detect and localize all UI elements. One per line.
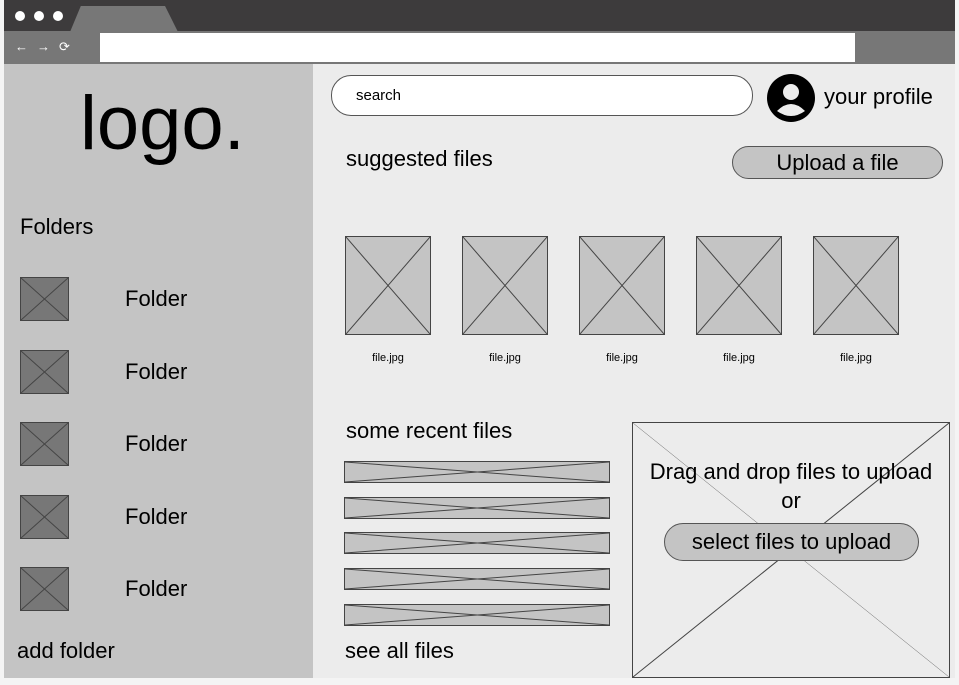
profile-link[interactable]: your profile: [824, 84, 933, 110]
folder-icon[interactable]: [20, 349, 69, 394]
file-name[interactable]: file.jpg: [579, 352, 665, 364]
recent-file-row[interactable]: [344, 532, 610, 555]
address-bar[interactable]: [100, 33, 855, 62]
folder-icon[interactable]: [20, 277, 69, 321]
folder-item[interactable]: Folder: [125, 359, 187, 385]
folder-item[interactable]: Folder: [125, 286, 187, 312]
folder-item[interactable]: Folder: [125, 431, 187, 457]
file-name[interactable]: file.jpg: [462, 352, 548, 364]
recent-heading: some recent files: [346, 418, 513, 443]
file-thumbnail[interactable]: [696, 236, 782, 335]
dropzone-text: Drag and drop files to upload: [649, 459, 933, 484]
forward-icon[interactable]: →: [37, 39, 50, 54]
file-name[interactable]: file.jpg: [345, 352, 431, 364]
search-input[interactable]: search: [331, 75, 753, 116]
recent-file-row[interactable]: [344, 461, 610, 483]
file-thumbnail[interactable]: [345, 236, 431, 335]
see-all-files-link[interactable]: see all files: [345, 638, 454, 664]
file-thumbnail[interactable]: [813, 236, 899, 335]
folder-item[interactable]: Folder: [125, 504, 187, 530]
window-dot[interactable]: [53, 11, 63, 21]
suggested-heading: suggested files: [346, 146, 493, 171]
recent-file-row[interactable]: [344, 496, 610, 519]
dropzone-or: or: [781, 488, 801, 513]
search-placeholder: search: [356, 87, 402, 104]
folders-heading: Folders: [20, 214, 94, 239]
logo: logo.: [80, 81, 245, 166]
select-files-label: select files to upload: [691, 529, 892, 554]
browser-tab[interactable]: [70, 6, 178, 32]
recent-file-row[interactable]: [344, 568, 610, 591]
file-name[interactable]: file.jpg: [813, 352, 899, 364]
reload-icon[interactable]: ⟳: [59, 39, 70, 55]
folder-icon[interactable]: [20, 494, 69, 539]
profile-avatar-icon[interactable]: [766, 73, 816, 123]
file-thumbnail[interactable]: [579, 236, 665, 335]
select-files-button[interactable]: select files to upload: [664, 523, 919, 561]
folder-icon[interactable]: [20, 422, 69, 466]
window-dot[interactable]: [34, 11, 44, 21]
upload-file-label: Upload a file: [776, 149, 899, 175]
add-folder-link[interactable]: add folder: [17, 638, 115, 664]
back-icon[interactable]: ←: [15, 39, 28, 54]
folder-item[interactable]: Folder: [125, 576, 187, 602]
folder-icon[interactable]: [20, 567, 69, 611]
upload-file-button[interactable]: Upload a file: [732, 146, 943, 179]
file-name[interactable]: file.jpg: [696, 352, 782, 364]
window-dot[interactable]: [15, 11, 25, 21]
recent-file-row[interactable]: [344, 603, 610, 626]
file-thumbnail[interactable]: [462, 236, 548, 335]
